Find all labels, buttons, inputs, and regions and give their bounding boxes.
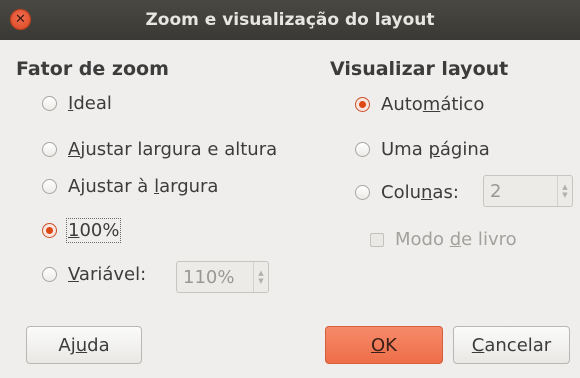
radio-zoom-variable[interactable]: Variável:	[42, 264, 146, 285]
button-label: Cancelar	[471, 334, 552, 356]
radio-button[interactable]	[355, 185, 370, 200]
radio-button-checked[interactable]	[42, 223, 57, 238]
radio-button[interactable]	[42, 267, 57, 282]
radio-layout-columns[interactable]: Colunas:	[355, 182, 459, 203]
spin-arrows[interactable]: ▲ ▼	[253, 262, 268, 292]
close-icon: ✕	[15, 12, 26, 27]
columns-spinbox[interactable]: 2 ▲ ▼	[483, 175, 573, 207]
radio-zoom-ideal[interactable]: Ideal	[42, 93, 112, 114]
close-button[interactable]: ✕	[10, 9, 31, 30]
radio-zoom-100[interactable]: 100%	[42, 218, 122, 243]
radio-button[interactable]	[42, 96, 57, 111]
radio-layout-automatic[interactable]: Automático	[355, 94, 484, 115]
radio-button-checked[interactable]	[355, 97, 370, 112]
radio-button[interactable]	[42, 179, 57, 194]
radio-layout-single-page[interactable]: Uma página	[355, 139, 490, 160]
radio-label: 100%	[65, 218, 122, 243]
radio-label: Automático	[381, 94, 485, 115]
radio-label: Variável:	[68, 264, 147, 285]
checkbox-label: Modo de livro	[395, 229, 517, 250]
window-title: Zoom e visualização do layout	[145, 10, 435, 30]
title-bar: ✕ Zoom e visualização do layout	[0, 0, 580, 40]
ok-button[interactable]: OK	[325, 326, 443, 364]
chevron-down-icon[interactable]: ▼	[258, 277, 263, 285]
cancel-button[interactable]: Cancelar	[453, 326, 570, 364]
radio-button[interactable]	[42, 142, 57, 157]
help-button[interactable]: Ajuda	[26, 326, 142, 364]
checkbox-book-mode[interactable]: Modo de livro	[370, 229, 517, 250]
zoom-factor-heading: Fator de zoom	[16, 58, 169, 80]
radio-label: Colunas:	[381, 182, 459, 203]
variable-zoom-spinbox[interactable]: 110% ▲ ▼	[176, 261, 269, 293]
button-label: OK	[371, 334, 397, 356]
zoom-layout-dialog: ✕ Zoom e visualização do layout Fator de…	[0, 0, 580, 378]
spinbox-value: 2	[490, 180, 502, 202]
radio-zoom-fit-width-height[interactable]: Ajustar largura e altura	[42, 139, 277, 160]
chevron-down-icon[interactable]: ▼	[562, 191, 567, 199]
chevron-up-icon[interactable]: ▲	[258, 269, 263, 277]
spinbox-value: 110%	[183, 266, 235, 288]
radio-zoom-fit-width[interactable]: Ajustar à largura	[42, 176, 218, 197]
button-label: Ajuda	[58, 334, 110, 356]
radio-button[interactable]	[355, 142, 370, 157]
checkbox[interactable]	[370, 232, 384, 247]
spin-arrows[interactable]: ▲ ▼	[557, 176, 572, 206]
chevron-up-icon[interactable]: ▲	[562, 183, 567, 191]
radio-label: Ajustar à largura	[68, 176, 219, 197]
radio-label: Uma página	[381, 139, 490, 160]
radio-label: Ideal	[68, 93, 112, 114]
radio-label: Ajustar largura e altura	[68, 139, 278, 160]
view-layout-heading: Visualizar layout	[330, 58, 509, 80]
